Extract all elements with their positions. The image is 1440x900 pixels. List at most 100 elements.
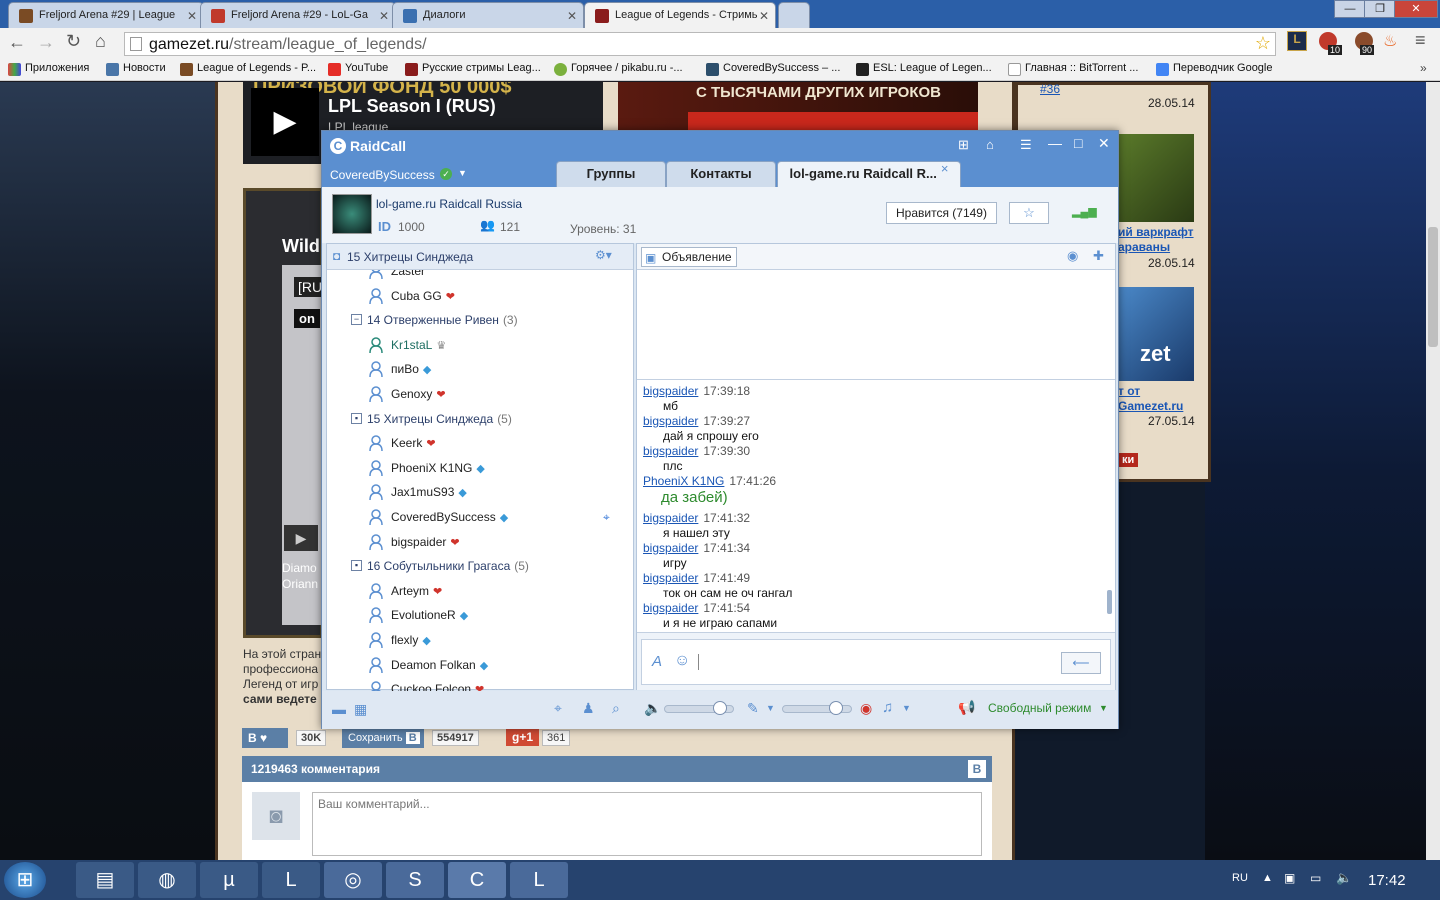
tab-groups[interactable]: Группы bbox=[556, 161, 666, 187]
bookmark-news[interactable]: Новости bbox=[106, 62, 166, 76]
gamezet-thumbnail[interactable]: zet bbox=[1118, 287, 1194, 381]
member-item[interactable]: flexly ◆ bbox=[367, 631, 431, 649]
play-icon[interactable]: ▶ bbox=[284, 525, 318, 551]
lock-icon[interactable]: ▪ bbox=[351, 412, 362, 424]
minimize-icon[interactable]: — bbox=[1048, 135, 1062, 151]
comment-input[interactable]: Ваш комментарий... bbox=[312, 792, 982, 856]
record-icon[interactable]: ◉ bbox=[860, 700, 872, 717]
current-user-name[interactable]: CoveredBySuccess bbox=[330, 168, 435, 182]
volume-icon[interactable]: 🔈 bbox=[1336, 870, 1352, 886]
maximize-icon[interactable]: □ bbox=[1074, 135, 1082, 151]
page-scrollbar[interactable] bbox=[1426, 82, 1440, 860]
bookmark-streams[interactable]: Русские стримы Leag... bbox=[405, 62, 541, 76]
close-window-button[interactable]: ✕ bbox=[1394, 0, 1438, 18]
bookmark-bittorrent[interactable]: Главная :: BitTorrent ... bbox=[1008, 62, 1138, 76]
explorer-taskbar-icon[interactable]: ▤ bbox=[76, 862, 134, 898]
more-bookmarks-icon[interactable]: » bbox=[1420, 61, 1427, 75]
mic-slider[interactable] bbox=[782, 701, 852, 715]
bookmark-youtube[interactable]: YouTube bbox=[328, 62, 388, 76]
stream-title[interactable]: LPL Season I (RUS) bbox=[328, 96, 496, 117]
channel-group[interactable]: ▪ 16 Собутыльники Грагаса (5) bbox=[349, 557, 529, 575]
chat-username-link[interactable]: bigspaider bbox=[643, 384, 698, 398]
chevron-down-icon[interactable]: ▼ bbox=[1099, 703, 1108, 713]
sidebar-link[interactable]: Gamezet.ru bbox=[1118, 399, 1183, 413]
close-tab-icon[interactable]: × bbox=[941, 161, 949, 176]
play-icon[interactable]: ▶ bbox=[251, 88, 319, 156]
emoji-icon[interactable]: ☺ bbox=[674, 652, 690, 670]
member-item[interactable]: CoveredBySuccess ◆ ⌖ bbox=[367, 508, 610, 526]
volume-slider-thumb[interactable] bbox=[712, 701, 727, 715]
member-item[interactable]: Keerk ❤ bbox=[367, 434, 436, 452]
channel-group[interactable]: −14 Отверженные Ривен (3) bbox=[349, 311, 518, 329]
tab-channel[interactable]: lol-game.ru Raidcall R... × bbox=[777, 161, 961, 187]
address-bar[interactable]: gamezet.ru/stream/league_of_legends/ ☆ bbox=[124, 32, 1276, 56]
ad-banner[interactable]: С ТЫСЯЧАМИ ДРУГИХ ИГРОКОВ bbox=[618, 82, 978, 132]
member-item[interactable]: Kr1staL ♛ bbox=[367, 336, 446, 354]
mic-slider-thumb[interactable] bbox=[828, 701, 843, 715]
calendar-icon[interactable]: ▦ bbox=[354, 701, 367, 718]
firefox-taskbar-icon[interactable]: ◍ bbox=[138, 862, 196, 898]
tray-expand-icon[interactable]: ▲ bbox=[1262, 872, 1273, 884]
back-arrow-icon[interactable]: ← bbox=[8, 32, 26, 53]
tab-contacts[interactable]: Контакты bbox=[666, 161, 776, 187]
member-item[interactable]: Deamon Folkan ◆ bbox=[367, 656, 488, 674]
sidebar-link[interactable]: #36 bbox=[1040, 82, 1060, 96]
close-icon[interactable]: ✕ bbox=[379, 9, 389, 23]
chat-username-link[interactable]: bigspaider bbox=[643, 444, 698, 458]
speaker-volume-icon[interactable]: 🔈 bbox=[644, 700, 661, 717]
chevron-down-icon[interactable]: ▼ bbox=[766, 703, 775, 713]
shirt-icon[interactable]: ⌂ bbox=[986, 137, 994, 152]
bookmark-lol[interactable]: League of Legends - P... bbox=[180, 62, 316, 76]
warcraft-thumbnail[interactable] bbox=[1118, 134, 1194, 222]
member-item[interactable]: Cuba GG ❤ bbox=[367, 287, 455, 305]
browser-tab-3[interactable]: Диалоги ✕ bbox=[392, 2, 584, 28]
chevron-down-icon[interactable]: ▼ bbox=[902, 703, 911, 713]
like-button[interactable]: Нравится (7149) bbox=[886, 202, 997, 224]
search-icon[interactable]: ⌕ bbox=[612, 700, 620, 717]
close-icon[interactable]: ✕ bbox=[567, 9, 577, 23]
member-item[interactable]: EvolutioneR ◆ bbox=[367, 606, 468, 624]
sidebar-link[interactable]: ий варкрафт bbox=[1118, 225, 1194, 239]
chat-username-link[interactable]: bigspaider bbox=[643, 414, 698, 428]
reload-icon[interactable]: ↻ bbox=[66, 31, 81, 52]
scrollbar-thumb[interactable] bbox=[1428, 227, 1438, 347]
chat-username-link[interactable]: bigspaider bbox=[643, 511, 698, 525]
location-pin-icon[interactable]: ⌖ bbox=[603, 508, 610, 526]
network-icon[interactable]: ▣ bbox=[1284, 871, 1295, 885]
mic-muted-icon[interactable]: ✎ bbox=[747, 700, 759, 717]
sidebar-tag[interactable]: ки bbox=[1118, 453, 1139, 467]
add-favorite-icon[interactable]: ✚ bbox=[1093, 248, 1104, 264]
raidcall-title-bar[interactable]: C RaidCall ⊞ ⌂ ☰ — □ ✕ bbox=[322, 131, 1118, 161]
collapse-icon[interactable]: − bbox=[351, 314, 362, 326]
member-item[interactable]: Jax1muS93 ◆ bbox=[367, 483, 467, 501]
chat-search-icon[interactable]: ◉ bbox=[1067, 248, 1078, 264]
channel-avatar[interactable] bbox=[332, 194, 372, 234]
bookmark-translate[interactable]: Переводчик Google bbox=[1156, 62, 1273, 76]
close-icon[interactable]: ✕ bbox=[1098, 135, 1110, 152]
chat-username-link[interactable]: PhoeniX K1NG bbox=[643, 474, 724, 488]
chrome-taskbar-icon[interactable]: ◎ bbox=[324, 862, 382, 898]
chat-scrollbar-thumb[interactable] bbox=[1107, 590, 1112, 614]
sidebar-link[interactable]: т от bbox=[1118, 384, 1140, 398]
gplus-button[interactable]: g+1 bbox=[506, 728, 540, 746]
chat-username-link[interactable]: bigspaider bbox=[643, 601, 698, 615]
new-tab-button[interactable] bbox=[778, 2, 810, 28]
league-taskbar-icon[interactable]: L bbox=[262, 862, 320, 898]
forward-arrow-icon[interactable]: → bbox=[37, 32, 55, 53]
utorrent-taskbar-icon[interactable]: µ bbox=[200, 862, 258, 898]
menu-icon[interactable]: ≡ bbox=[1415, 30, 1426, 51]
display-icon[interactable]: ▭ bbox=[1310, 871, 1321, 885]
browser-tab-4-active[interactable]: League of Legends - Стримь ✕ bbox=[584, 2, 776, 28]
chat-username-link[interactable]: bigspaider bbox=[643, 571, 698, 585]
chevron-down-icon[interactable]: ▼ bbox=[458, 168, 467, 178]
browser-tab-2[interactable]: Freljord Arena #29 - LoL-Ga ✕ bbox=[200, 2, 396, 28]
send-button[interactable]: ⟵ bbox=[1061, 652, 1101, 674]
bookmark-esl[interactable]: ESL: League of Legen... bbox=[856, 62, 992, 76]
channel-group[interactable]: ▪ 15 Хитрецы Синджеда (5) bbox=[349, 410, 512, 428]
member-item[interactable]: пиВо ◆ bbox=[367, 360, 431, 378]
league-client-taskbar-icon[interactable]: L bbox=[510, 862, 568, 898]
skype-taskbar-icon[interactable]: S bbox=[386, 862, 444, 898]
save-button[interactable]: Сохранить В bbox=[342, 728, 424, 748]
bookmark-pikabu[interactable]: Горячее / pikabu.ru -... bbox=[554, 62, 683, 76]
location-pin-icon[interactable]: ⌖ bbox=[554, 700, 562, 717]
